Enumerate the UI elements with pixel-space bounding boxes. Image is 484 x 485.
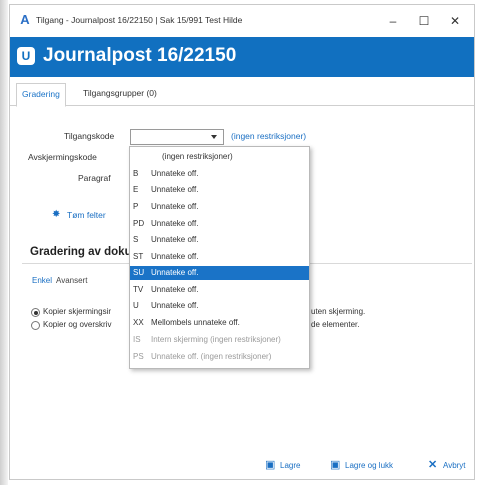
option-su[interactable]: SU Unnateke off.: [130, 266, 309, 280]
title-bar: A Tilgang - Journalpost 16/22150 | Sak 1…: [10, 5, 474, 37]
dialog-window: A Tilgang - Journalpost 16/22150 | Sak 1…: [9, 4, 475, 480]
option-tv[interactable]: TV Unnateke off.: [130, 283, 309, 297]
radio-label: Kopier og overskriv: [43, 320, 112, 329]
tilgangskode-dropdown-list: (ingen restriksjoner) B Unnateke off. E …: [129, 146, 310, 369]
window-title: Tilgang - Journalpost 16/22150 | Sak 15/…: [36, 15, 243, 25]
option-xx[interactable]: XX Mellombels unnateke off.: [130, 316, 309, 330]
option-is: IS Intern skjerming (ingen restriksjoner…: [133, 335, 281, 344]
option-b[interactable]: B Unnateke off.: [130, 167, 309, 181]
maximize-button[interactable]: ☐: [410, 10, 438, 32]
tab-gradering[interactable]: Gradering: [16, 83, 66, 107]
tilgangskode-select[interactable]: [130, 129, 224, 145]
minimize-button[interactable]: –: [379, 10, 407, 32]
option-p[interactable]: P Unnateke off.: [130, 200, 309, 214]
page-header: U Journalpost 16/22150: [10, 37, 474, 77]
section-title: Gradering av doku: [30, 246, 132, 258]
paragraf-label: Paragraf: [78, 173, 111, 183]
lagre-og-lukk-button[interactable]: ▣ Lagre og lukk: [330, 459, 422, 473]
option-pd[interactable]: PD Unnateke off.: [130, 217, 309, 231]
radio-button[interactable]: [31, 308, 40, 317]
avbryt-button[interactable]: ✕ Avbryt: [428, 459, 474, 473]
radio-kopier-overskriv[interactable]: Kopier og overskriv: [31, 320, 131, 332]
subtab-enkel[interactable]: Enkel: [32, 276, 52, 285]
close-icon: ✕: [428, 459, 438, 471]
option-st[interactable]: ST Unnateke off.: [130, 250, 309, 264]
tilgangskode-hint: (ingen restriksjoner): [231, 131, 307, 141]
radio-tail-text: de elementer.: [311, 320, 360, 329]
option-e[interactable]: E Unnateke off.: [130, 183, 309, 197]
radio-tail-text: uten skjerming.: [311, 307, 366, 316]
app-icon: A: [20, 12, 30, 27]
radio-button[interactable]: [31, 321, 40, 330]
close-button[interactable]: ✕: [441, 10, 469, 32]
radio-kopier-skjerming[interactable]: Kopier skjermingsir: [31, 307, 131, 319]
option-ps: PS Unnateke off. (ingen restriksjoner): [133, 352, 272, 361]
page-title: Journalpost 16/22150: [43, 45, 237, 66]
broom-icon: ✸: [52, 209, 61, 220]
avskjermingskode-label: Avskjermingskode: [28, 152, 97, 162]
tab-tilgangsgrupper[interactable]: Tilgangsgrupper (0): [78, 83, 162, 104]
option-s[interactable]: S Unnateke off.: [130, 233, 309, 247]
option-ingen-restriksjoner[interactable]: (ingen restriksjoner): [130, 150, 309, 164]
background-shadow: [0, 0, 8, 485]
tilgangskode-label: Tilgangskode: [64, 131, 115, 141]
option-u[interactable]: U Unnateke off.: [130, 299, 309, 313]
save-icon: ▣: [330, 459, 341, 471]
subtab-avansert[interactable]: Avansert: [56, 276, 87, 285]
logo-icon: U: [17, 47, 35, 65]
radio-label: Kopier skjermingsir: [43, 307, 112, 316]
tab-bar: Gradering Tilgangsgrupper (0): [10, 83, 474, 107]
lagre-button[interactable]: ▣ Lagre: [265, 459, 325, 473]
chevron-down-icon: [211, 135, 217, 139]
save-icon: ▣: [265, 459, 276, 471]
tom-felter-link[interactable]: Tøm felter: [67, 210, 106, 220]
